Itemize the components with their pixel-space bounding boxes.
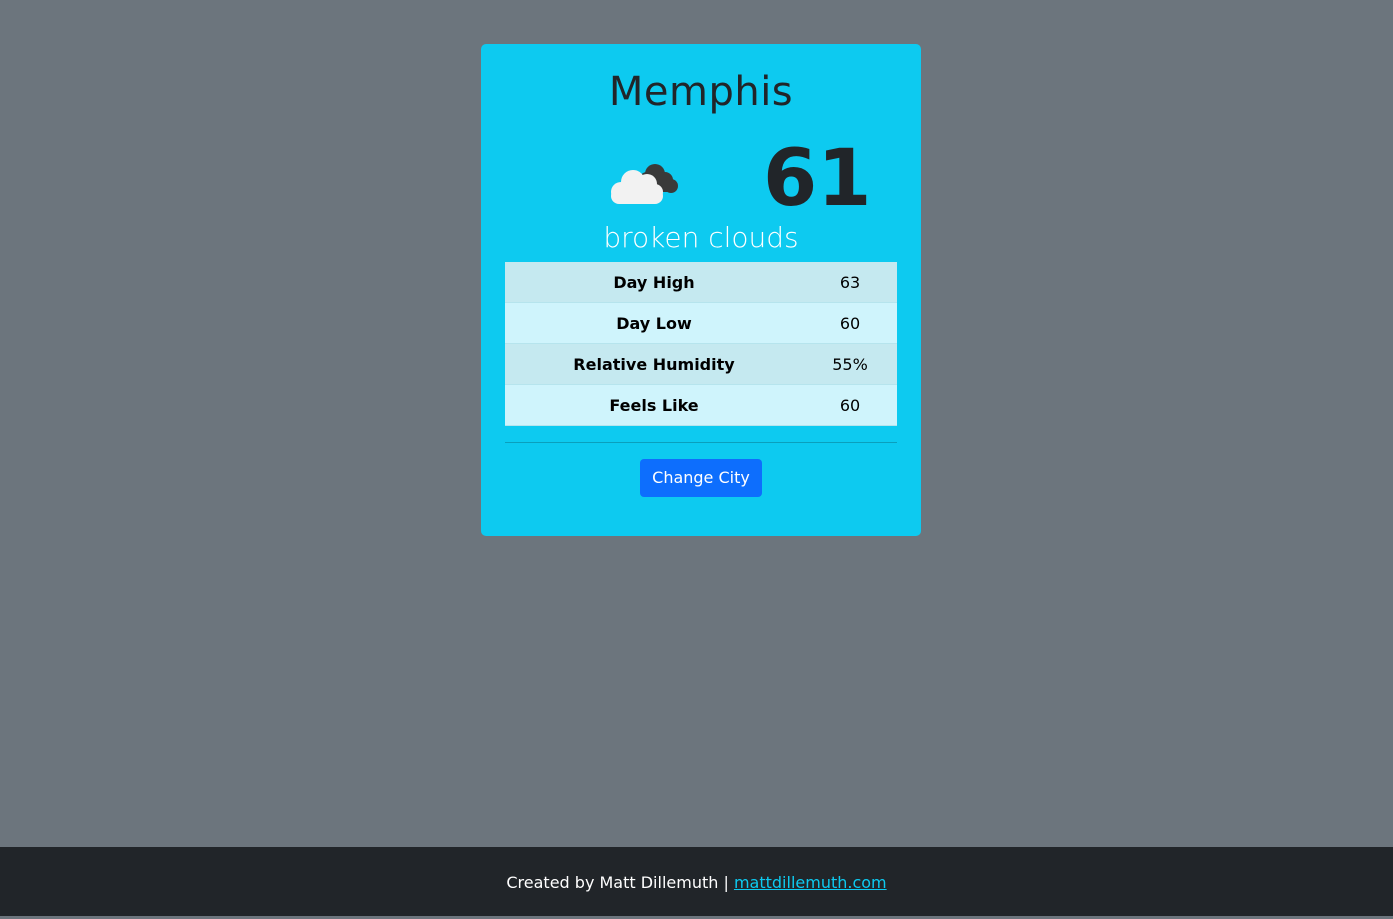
table-row: Feels Like 60 [505,384,897,426]
divider [505,442,897,443]
weather-details-table: Day High 63 Day Low 60 Relative Humidity… [505,262,897,426]
table-row: Day Low 60 [505,302,897,344]
detail-value-day-high: 63 [803,262,897,303]
current-temperature: 61 [763,134,872,224]
table-row: Day High 63 [505,262,897,303]
change-city-button[interactable]: Change City [640,459,762,497]
broken-clouds-icon [611,164,678,204]
detail-label-humidity: Relative Humidity [505,343,803,385]
weather-card: Memphis 61 broken clouds Day High 63 Day… [481,44,921,536]
detail-label-feels-like: Feels Like [505,384,803,426]
table-row: Relative Humidity 55% [505,343,897,385]
button-container: Change City [505,459,897,497]
detail-value-feels-like: 60 [803,384,897,426]
footer-website-link[interactable]: mattdillemuth.com [734,873,887,892]
page-footer: Created by Matt Dillemuth | mattdillemut… [0,847,1393,916]
detail-label-day-high: Day High [505,262,803,303]
footer-credit: Created by Matt Dillemuth | [506,873,729,892]
weather-summary: 61 [505,116,897,226]
detail-label-day-low: Day Low [505,302,803,344]
detail-value-day-low: 60 [803,302,897,344]
weather-condition: broken clouds [603,221,799,254]
city-name: Memphis [608,69,794,115]
detail-value-humidity: 55% [803,343,897,385]
